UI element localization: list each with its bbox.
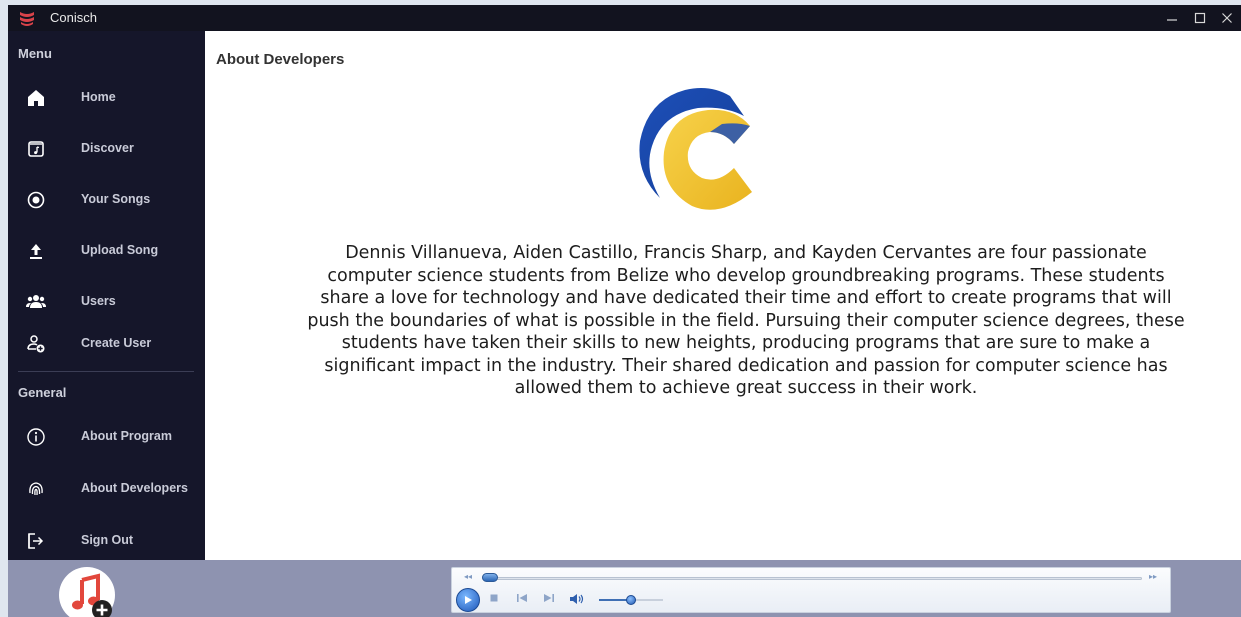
fingerprint-icon xyxy=(22,478,50,500)
next-button[interactable] xyxy=(543,593,555,606)
users-icon xyxy=(22,291,50,313)
menu-section-title: Menu xyxy=(18,46,52,61)
seek-thumb[interactable] xyxy=(482,573,498,582)
upload-icon xyxy=(22,240,50,262)
main-content: About Developers Dennis Villanueva, Aide… xyxy=(205,31,1241,560)
sidebar-item-label: Upload Song xyxy=(81,243,159,257)
record-icon xyxy=(22,189,50,211)
sidebar-item-label: Users xyxy=(81,294,116,308)
title-bar: Conisch xyxy=(8,5,1241,31)
about-developers-text: Dennis Villanueva, Aiden Castillo, Franc… xyxy=(307,243,1185,398)
rewind-icon[interactable]: ◂◂ xyxy=(464,572,472,581)
media-player: ◂◂ ▸▸ xyxy=(451,567,1171,613)
previous-button[interactable] xyxy=(516,593,528,606)
app-title: Conisch xyxy=(50,10,97,25)
bottom-bar: ◂◂ ▸▸ xyxy=(8,560,1241,617)
sidebar-item-users[interactable]: Users xyxy=(8,281,205,321)
info-icon xyxy=(22,426,50,448)
stop-icon xyxy=(490,594,498,602)
sidebar-item-upload-song[interactable]: Upload Song xyxy=(8,230,205,270)
sidebar: Menu Home Discover Your Songs Upload Son… xyxy=(8,31,205,560)
sidebar-item-label: About Program xyxy=(81,429,172,443)
volume-thumb[interactable] xyxy=(626,595,636,605)
general-section-title: General xyxy=(18,385,67,400)
previous-icon xyxy=(517,594,527,602)
maximize-icon xyxy=(1194,12,1206,24)
conisch-c-logo xyxy=(639,88,752,210)
sidebar-divider xyxy=(18,371,194,372)
app-logo-icon xyxy=(20,12,34,26)
maximize-button[interactable] xyxy=(1185,5,1215,31)
fast-forward-icon[interactable]: ▸▸ xyxy=(1149,572,1157,581)
music-note-icon xyxy=(22,138,50,160)
page-title: About Developers xyxy=(216,51,345,68)
volume-button[interactable] xyxy=(569,593,585,608)
sidebar-item-label: Home xyxy=(81,90,116,104)
sidebar-item-label: Sign Out xyxy=(81,533,134,547)
add-user-icon xyxy=(22,333,50,355)
play-button[interactable] xyxy=(456,588,480,612)
home-icon xyxy=(22,87,50,109)
sidebar-item-label: Your Songs xyxy=(81,192,151,206)
sidebar-item-about-developers[interactable]: About Developers xyxy=(8,468,205,508)
close-button[interactable] xyxy=(1212,5,1241,31)
sidebar-item-home[interactable]: Home xyxy=(8,77,205,117)
sidebar-item-about-program[interactable]: About Program xyxy=(8,416,205,456)
app-window: Conisch Menu Home Discover Your Songs Up… xyxy=(8,5,1241,617)
stop-button[interactable] xyxy=(489,593,499,606)
play-icon xyxy=(465,596,472,604)
sidebar-item-label: Discover xyxy=(81,141,134,155)
minimize-button[interactable] xyxy=(1157,5,1187,31)
sidebar-item-create-user[interactable]: Create User xyxy=(8,323,205,363)
sidebar-item-label: Create User xyxy=(81,336,152,350)
sidebar-item-label: About Developers xyxy=(81,481,188,495)
minimize-icon xyxy=(1167,19,1177,21)
close-icon xyxy=(1222,13,1232,23)
volume-icon xyxy=(570,594,584,604)
sign-out-icon xyxy=(22,530,50,552)
sidebar-item-your-songs[interactable]: Your Songs xyxy=(8,179,205,219)
next-icon xyxy=(544,594,554,602)
seek-bar[interactable] xyxy=(482,577,1142,580)
sidebar-item-sign-out[interactable]: Sign Out xyxy=(8,520,205,560)
sidebar-item-discover[interactable]: Discover xyxy=(8,128,205,168)
add-music-icon[interactable] xyxy=(58,566,116,617)
